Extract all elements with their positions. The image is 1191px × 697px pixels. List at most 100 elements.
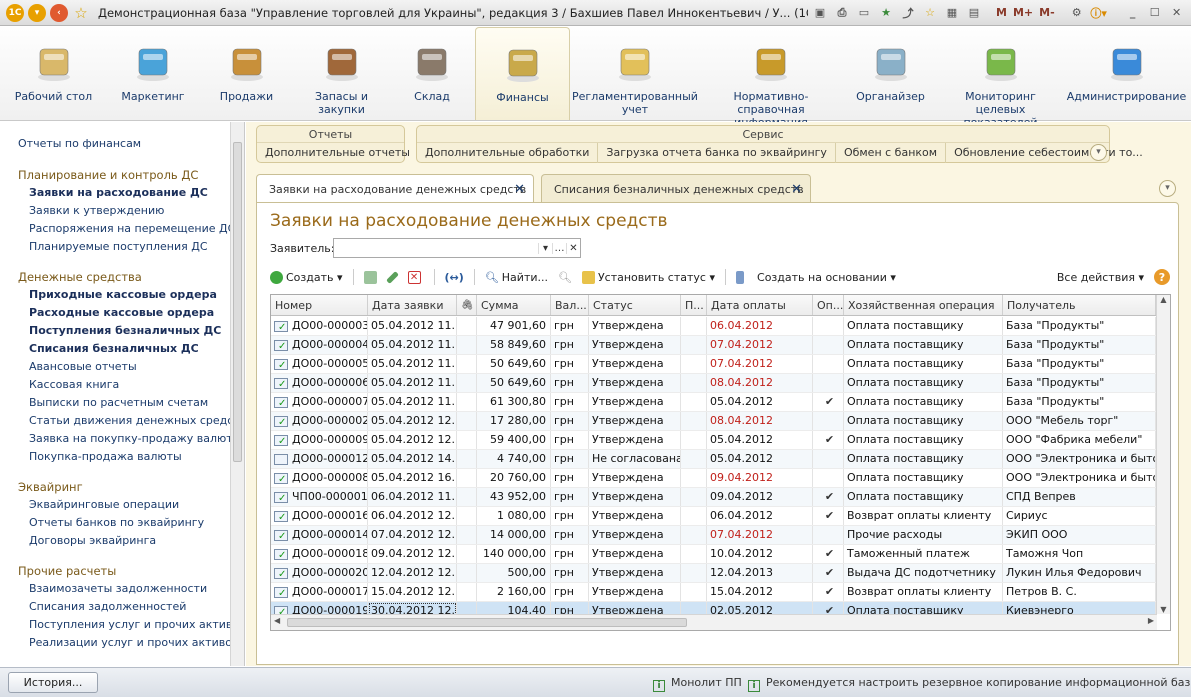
history-button[interactable]: История... [8,672,98,693]
table-row[interactable]: ДО00-00000805.04.2012 16... 20 760,00грнУ… [271,469,1157,488]
column-header[interactable]: Оп... [813,295,844,315]
table-row[interactable]: ДО00-00001809.04.2012 12... 140 000,00грн… [271,545,1157,564]
applicant-clear-icon[interactable]: ✕ [566,242,580,254]
section-4[interactable]: Склад [389,27,475,120]
section-0[interactable]: Рабочий стол [0,27,107,120]
table-row[interactable]: ДО00-00000205.04.2012 12... 17 280,00грнУ… [271,412,1157,431]
link-bank-exchange[interactable]: Обмен с банком [836,143,947,163]
horizontal-scroll-thumb[interactable] [287,618,687,627]
tab-cashless-close-icon[interactable]: ✕ [791,175,802,204]
section-6[interactable]: Регламентированный учет [570,27,700,120]
memory-m-plus-button[interactable]: M+ [1011,3,1035,23]
nav-link[interactable]: Кассовая книга [0,376,244,394]
table-row[interactable]: ДО00-00000905.04.2012 12... 59 400,00грнУ… [271,431,1157,450]
edit-button[interactable] [385,270,399,284]
column-header[interactable]: Статус [589,295,681,315]
minimize-icon[interactable]: _ [1123,3,1143,23]
section-10[interactable]: Администрирование [1062,27,1191,120]
memory-m-minus-button[interactable]: M- [1037,3,1057,23]
column-header[interactable]: П... [681,295,707,315]
1c-logo-icon[interactable]: 1С [6,3,24,22]
section-8[interactable]: Органайзер [842,27,939,120]
nav-link[interactable]: Заявки на расходование ДС [0,184,244,202]
tab-requests-close-icon[interactable]: ✕ [514,175,525,204]
maximize-icon[interactable]: ☐ [1145,3,1165,23]
tabs-menu-icon[interactable]: ▾ [1159,180,1176,197]
nav-link[interactable]: Заявки к утверждению [0,202,244,220]
delete-mark-button[interactable]: ✕ [407,270,424,284]
section-2[interactable]: Продажи [199,27,294,120]
link-cost-update[interactable]: Обновление себестоимости то... [946,143,1151,163]
create-based-button[interactable]: Создать на основании ▾ [757,271,896,284]
backup-message[interactable]: i Рекомендуется настроить резервное копир… [748,676,1191,692]
section-7[interactable]: Нормативно-справочная информация [700,27,842,129]
column-header[interactable]: Получатель [1003,295,1156,315]
preview-icon[interactable]: ▭ [854,3,874,23]
back-icon[interactable]: ‹ [50,3,68,22]
nav-link[interactable]: Отчеты банков по эквайрингу [0,514,244,532]
nav-link[interactable]: Покупка-продажа валюты [0,448,244,466]
nav-scrollbar[interactable] [230,122,244,666]
nav-scrollbar-thumb[interactable] [233,142,242,462]
all-actions-button[interactable]: Все действия ▾ [1057,271,1144,284]
menu-down-icon[interactable]: ▾ [28,3,46,22]
applicant-select-icon[interactable]: … [552,242,566,254]
column-header[interactable]: Хозяйственная операция [844,295,1003,315]
settings-wrench-icon[interactable]: ⚙ [1067,3,1087,23]
table-row[interactable]: ДО00-00000405.04.2012 11... 58 849,60грнУ… [271,336,1157,355]
table-row[interactable]: ДО00-00002012.04.2012 12... 500,00грнУтве… [271,564,1157,583]
nav-link[interactable]: Статьи движения денежных средств [0,412,244,430]
scroll-right-icon[interactable]: ▶ [1148,616,1154,625]
column-header[interactable]: Дата оплаты [707,295,813,315]
nav-link[interactable]: Реализации услуг и прочих активов [0,634,244,652]
add-favorite-icon[interactable]: ★ [876,3,896,23]
table-row[interactable]: ДО00-00000505.04.2012 11... 50 649,60грнУ… [271,355,1157,374]
table-row[interactable]: ЧП00-00000106.04.2012 11... 43 952,00грнУ… [271,488,1157,507]
close-window-icon[interactable]: ✕ [1167,3,1187,23]
cancel-search-button[interactable]: 🔍︎ [558,271,572,284]
column-header[interactable]: Сумма [477,295,551,315]
nav-link[interactable]: Распоряжения на перемещение ДС [0,220,244,238]
print-icon[interactable]: ⎙ [832,3,852,23]
table-row[interactable]: ДО00-00000605.04.2012 11... 50 649,60грнУ… [271,374,1157,393]
create-button[interactable]: Создать ▾ [270,270,343,284]
table-row[interactable]: ДО00-00000305.04.2012 11... 47 901,60грнУ… [271,317,1157,336]
refresh-button[interactable]: (↔) [445,271,464,284]
nav-link[interactable]: Договоры эквайринга [0,532,244,550]
nav-link[interactable]: Выписки по расчетным счетам [0,394,244,412]
nav-link[interactable]: Списания задолженностей [0,598,244,616]
nav-link[interactable]: Поступления услуг и прочих активов [0,616,244,634]
section-9[interactable]: Мониторинг целевых показателей [939,27,1062,129]
nav-link[interactable]: Эквайринговые операции [0,496,244,514]
table-row[interactable]: ДО00-00001715.04.2012 12... 2 160,00грнУт… [271,583,1157,602]
link-acquiring-bank-report[interactable]: Загрузка отчета банка по эквайрингу [598,143,836,163]
calculator-icon[interactable]: ▤ [964,3,984,23]
column-header[interactable]: Вал... [551,295,589,315]
section-1[interactable]: Маркетинг [107,27,199,120]
nav-link[interactable]: Взаимозачеты задолженности [0,580,244,598]
section-3[interactable]: Запасы и закупки [294,27,389,120]
table-row[interactable]: ДО00-00001407.04.2012 12... 14 000,00грнУ… [271,526,1157,545]
save-icon[interactable]: ▣ [810,3,830,23]
nav-link[interactable]: Приходные кассовые ордера [0,286,244,304]
nav-link-finance-reports[interactable]: Отчеты по финансам [0,135,244,153]
scroll-up-icon[interactable]: ▲ [1157,295,1170,304]
section-5[interactable]: Финансы [475,27,570,120]
tab-requests[interactable]: Заявки на расходование денежных средств … [256,174,534,203]
tab-cashless-writeoffs[interactable]: Списания безналичных денежных средств ✕ [541,174,811,203]
info-icon[interactable]: ⓘ▾ [1089,3,1109,23]
link-icon[interactable]: ⤴ [898,3,918,23]
monolith-link[interactable]: i Монолит ПП [653,676,742,692]
copy-button[interactable] [363,270,380,284]
service-expand-icon[interactable]: ▾ [1090,144,1107,161]
applicant-dropdown-icon[interactable]: ▾ [538,242,552,254]
column-header[interactable]: Номер [271,295,368,315]
scroll-left-icon[interactable]: ◀ [274,616,280,625]
column-header-attachment[interactable]: 🖇︎ [457,295,477,315]
column-header[interactable]: Дата заявки [368,295,457,315]
nav-link[interactable]: Расходные кассовые ордера [0,304,244,322]
nav-link[interactable]: Заявка на покупку-продажу валюты [0,430,244,448]
memory-m-button[interactable]: M [994,3,1009,23]
nav-link[interactable]: Планируемые поступления ДС [0,238,244,256]
find-button[interactable]: 🔍︎ Найти... [485,271,548,284]
